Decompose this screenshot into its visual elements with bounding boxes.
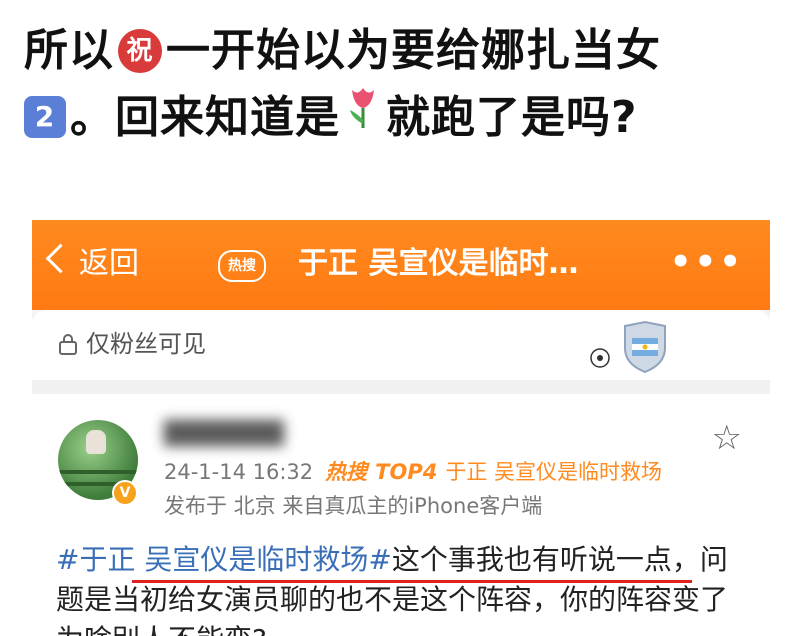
avatar-stripe xyxy=(58,470,138,474)
star-icon[interactable]: ☆ xyxy=(712,418,742,458)
caption-part-3: 。回来知道是 xyxy=(70,92,340,143)
back-label: 返回 xyxy=(79,246,139,281)
lock-icon xyxy=(56,330,80,366)
post-body: #于正 吴宣仪是临时救场#这个事我也有听说一点，问题是当初给女演员聊的也不是这个… xyxy=(56,540,746,636)
caption-text: 所以祝一开始以为要给娜扎当女 2 。回来知道是 就跑了是吗? xyxy=(24,18,784,151)
top-bar: 返回 热搜 于正 吴宣仪是临时… ••• xyxy=(32,220,770,310)
rank-label: TOP4 xyxy=(375,460,438,484)
visibility-label: 仅粉丝可见 xyxy=(56,326,206,366)
topic-link[interactable]: 于正 吴宣仪是临时救场 xyxy=(445,460,662,484)
back-button[interactable]: 返回 xyxy=(45,242,139,286)
verified-badge-icon: V xyxy=(112,480,138,506)
more-menu-button[interactable]: ••• xyxy=(670,240,744,284)
caption-part-2: 一开始以为要给娜扎当女 xyxy=(166,25,661,76)
section-divider xyxy=(32,380,770,394)
post-card: 仅粉丝可见 V ▇▇▇▇▇▇ ☆ 24-1-14 16:32 热搜 TOP4 于正 吴… xyxy=(32,310,770,636)
visibility-text: 仅粉丝可见 xyxy=(86,330,206,358)
caption-part-4: 就跑了是吗? xyxy=(386,92,638,143)
cat-figure xyxy=(86,430,106,454)
caption-part-1: 所以 xyxy=(24,25,114,76)
hot-search-label: 热搜 xyxy=(325,460,368,484)
red-underline-annotation xyxy=(132,580,692,583)
page-title: 于正 吴宣仪是临时… xyxy=(298,246,579,281)
hashtag-link[interactable]: #于正 吴宣仪是临时救场# xyxy=(56,543,392,576)
username-blurred[interactable]: ▇▇▇▇▇▇ xyxy=(164,414,394,450)
number-two-emoji-icon: 2 xyxy=(24,96,66,138)
post-source: 发布于 北京 来自真瓜主的iPhone客户端 xyxy=(164,494,543,518)
tulip-emoji-icon xyxy=(344,84,382,151)
weibo-screenshot: 返回 热搜 于正 吴宣仪是临时… ••• 仅粉丝可见 V ▇▇▇▇▇▇ ☆ 24… xyxy=(32,220,770,636)
post-meta: 24-1-14 16:32 热搜 TOP4 于正 吴宣仪是临时救场 xyxy=(164,456,662,488)
chevron-left-icon xyxy=(45,243,76,274)
hot-search-badge: 热搜 xyxy=(218,250,266,282)
blessing-emoji-icon: 祝 xyxy=(118,29,162,73)
argentina-football-badge-icon xyxy=(590,318,680,382)
post-date: 24-1-14 16:32 xyxy=(164,460,314,484)
